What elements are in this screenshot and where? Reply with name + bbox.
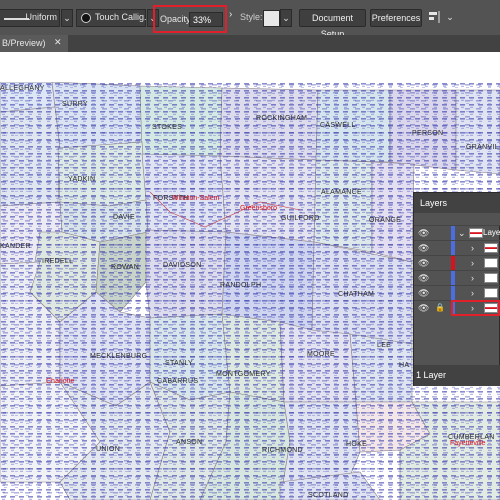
county-label: STOKES [152,124,182,131]
layer-color-bar [451,226,455,241]
stroke-profile-dropdown-icon[interactable]: ⌄ [61,9,73,27]
layers-panel-footer: 1 Layer [414,365,500,386]
brush-select[interactable]: Touch Callig... [76,9,152,27]
align-dropdown-icon[interactable]: ⌄ [444,9,456,27]
layer-count: 1 Layer [416,370,447,380]
document-tab-title: B/Preview) [2,38,46,48]
county-label: ROCKINGHAM [256,115,307,122]
style-label: Style: [240,12,263,22]
county-label: ROWAN [111,264,139,271]
style-swatch[interactable] [263,10,280,27]
county-label: MECKLENBURG [90,353,147,360]
opacity-chevron-icon[interactable]: › [229,9,232,20]
eye-icon[interactable]: 👁 [418,288,429,299]
eye-icon[interactable]: 👁 [418,258,429,269]
county-label: UNION [96,446,120,453]
align-icon[interactable] [428,10,442,24]
layer-thumbnail [484,258,498,268]
eye-icon[interactable]: 👁 [418,243,429,254]
lock-icon[interactable]: 🔒 [435,303,445,312]
city-label: Winston-Salem [172,195,220,202]
chevron-right-icon[interactable]: › [471,273,474,283]
layer-row[interactable]: 👁 ⌄ Laye [414,225,500,241]
layer-row[interactable]: 👁 › [414,285,500,301]
chevron-right-icon[interactable]: › [471,243,474,253]
layers-panel-header: Layers [414,193,500,213]
county-label: HOKE [346,441,367,448]
eye-icon[interactable]: 👁 [418,273,429,284]
county-label: MOORE [307,351,335,358]
county-label: SCOTLAND [308,492,349,499]
city-label: Greensboro [240,205,277,212]
layer-color-bar [451,256,455,271]
layer-thumbnail [484,288,498,298]
control-bar: Uniform ⌄ Touch Callig... ⌄ Opacity: 33%… [0,0,500,39]
stroke-profile-select[interactable]: Uniform [0,9,60,27]
county-label: LEE [377,342,391,349]
canvas-margin [0,52,500,82]
county-label: CASWELL [320,122,356,129]
county-label: ANSON [176,439,202,446]
close-icon[interactable]: ✕ [54,37,62,48]
county-label: ORANGE [369,217,401,224]
county-label: GRANVIL [466,144,499,151]
county-label: RICHMOND [262,447,303,454]
county-label: CABARRUS [157,378,198,385]
county-label: ALLEGHANY [0,85,45,92]
style-dropdown-icon[interactable]: ⌄ [280,9,292,27]
layer-row[interactable]: 👁 › [414,240,500,256]
layer-row[interactable]: 👁 › [414,255,500,271]
stroke-profile-label: Uniform [25,12,57,22]
layer-thumbnail [484,243,498,253]
city-label: Charlotte [46,378,75,385]
county-label: SURRY [62,101,88,108]
layers-panel-spacer [414,213,500,225]
county-label: DAVIDSON [163,262,201,269]
brush-dot-icon [81,13,91,23]
county-label: HA [399,362,409,369]
county-label: ALAMANCE [321,189,362,196]
county-label: RANDOLPH [220,282,261,289]
chevron-right-icon[interactable]: › [471,258,474,268]
eye-icon[interactable]: 👁 [418,303,429,314]
layer-color-bar [451,241,455,256]
opacity-input[interactable]: 33% [189,12,223,27]
layer-color-bar [451,286,455,301]
county-label: CHATHAM [338,291,374,298]
layer-thumbnail [484,273,498,283]
layer-thumbnail [469,228,483,238]
county-label: KANDER [0,243,31,250]
selected-layer-highlight [451,300,500,316]
layer-row[interactable]: 👁 › [414,270,500,286]
layers-panel-title[interactable]: Layers [420,198,447,208]
city-label: Fayetteville [450,440,486,447]
layers-panel: Layers 👁 ⌄ Laye 👁 › 👁 › 👁 › 👁 › 👁 🔒 › 1 … [413,192,500,386]
eye-icon[interactable]: 👁 [418,228,429,239]
chevron-down-icon[interactable]: ⌄ [458,228,466,239]
layer-color-bar [451,271,455,286]
county-label: GUILFORD [281,215,320,222]
document-tab[interactable]: B/Preview) ✕ [0,35,68,52]
preferences-button[interactable]: Preferences [370,9,422,27]
opacity-highlight: Opacity: 33% [153,5,227,33]
county-label: YADKIN [68,176,95,183]
chevron-right-icon[interactable]: › [471,288,474,298]
layer-name[interactable]: Laye [483,228,500,237]
county-label: STANLY [165,360,193,367]
document-setup-button[interactable]: Document Setup [299,9,366,39]
county-label: PERSON [412,130,443,137]
county-label: DAVIE [113,214,135,221]
county-label: IREDELL [42,258,73,265]
brush-name: Touch Callig... [95,12,152,22]
document-tab-bar: B/Preview) ✕ [0,35,500,52]
county-label: MONTGOMERY [216,371,271,378]
